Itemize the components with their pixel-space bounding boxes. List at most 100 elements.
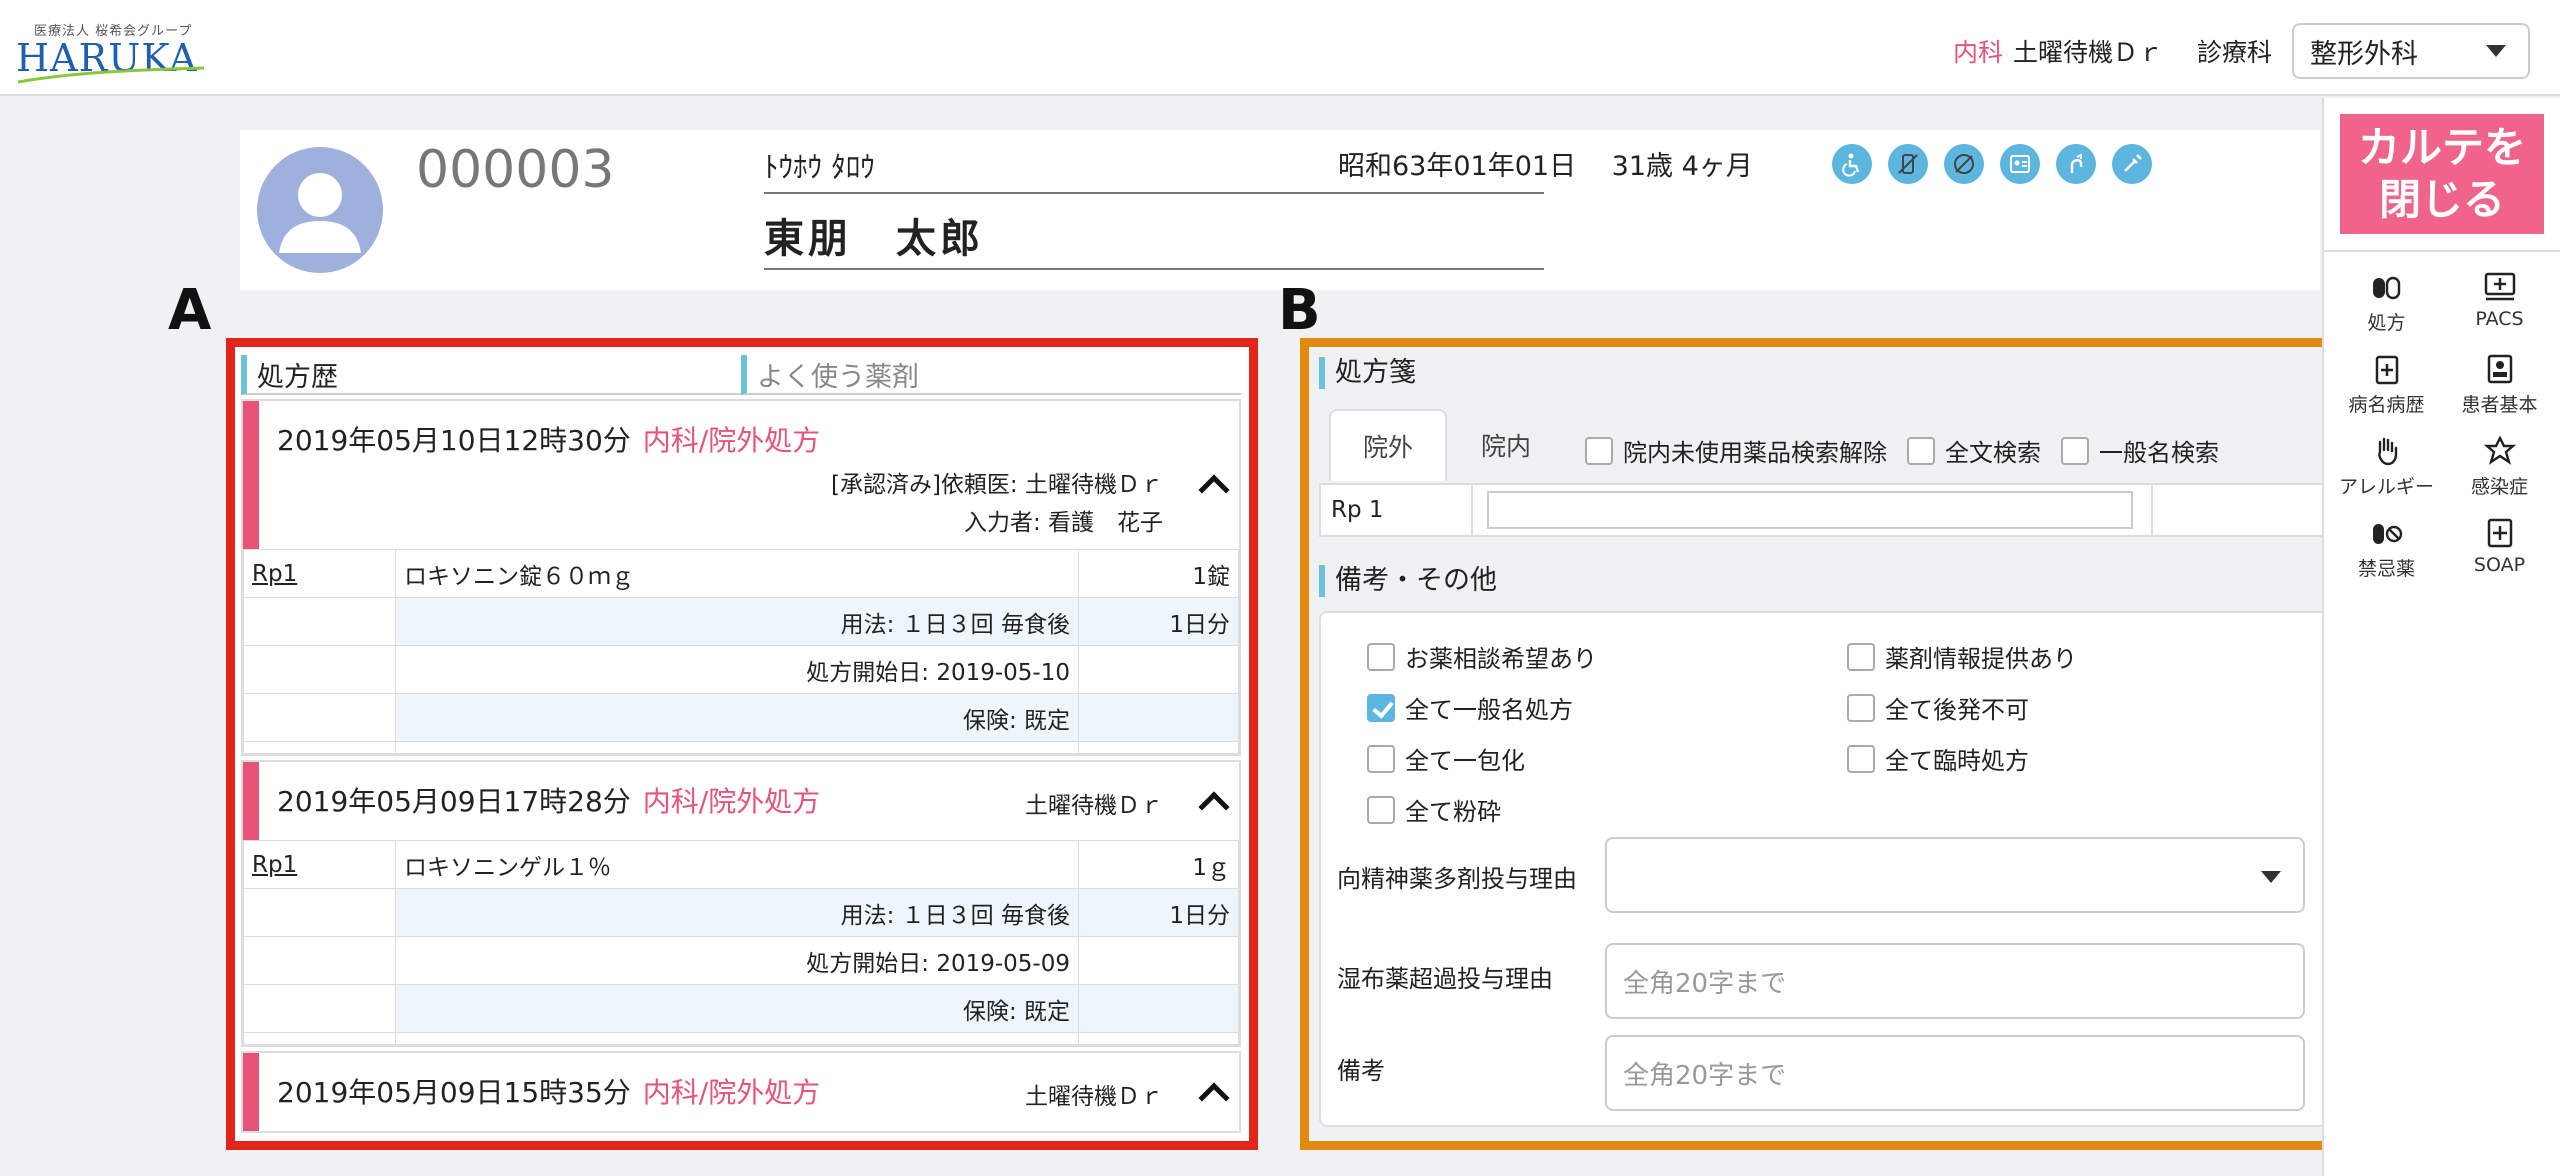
prescription-history-panel: 処方歴 よく使う薬剤 2019年05月10日12時30分 内科/院外処方 [承認済… [226,338,1258,1150]
prescription-date: 2019年05月09日15時35分 内科/院外処方 [277,1076,821,1109]
checkbox[interactable] [1907,436,1935,465]
tab-prescription-history[interactable]: 処方歴 [241,355,741,395]
badge-icon[interactable] [2000,144,2040,184]
prescription-entry-header[interactable]: 2019年05月09日17時28分 内科/院外処方 土曜待機Ｄｒ [243,762,1239,840]
clipboard-plus-icon [2375,355,2398,385]
drug-info-checkbox[interactable]: 薬剤情報提供あり [1847,639,2267,674]
sidebar-item-label: 患者基本 [2461,394,2538,416]
haruka-logo[interactable]: 医療法人 桜希会グループ HARUKA [16,20,206,84]
drug-usage: 用法: １日３回 毎食後 [395,888,1079,937]
injection-icon[interactable] [2112,144,2152,184]
psych-reason-select[interactable] [1605,837,2305,913]
unit-dose-checkbox[interactable]: 全て一包化 [1367,741,1847,776]
chevron-down-icon [2261,871,2281,883]
checkbox[interactable] [1847,744,1875,773]
prescription-list: 2019年05月10日12時30分 内科/院外処方 [承認済み]依頼医: 土曜待機… [241,399,1241,1137]
checkbox[interactable] [1847,642,1875,671]
sidebar-item-prescription[interactable]: 処方 [2330,270,2443,338]
rp-link[interactable]: Rp1 [252,852,297,878]
no-food-icon[interactable] [1888,144,1928,184]
chevron-up-icon[interactable] [1198,791,1230,823]
checkbox-label: お薬相談希望あり [1405,645,1597,673]
tab-frequent-drugs[interactable]: よく使う薬剤 [741,355,1241,395]
temporary-rx-checkbox[interactable]: 全て臨時処方 [1847,741,2267,776]
virus-icon [2483,435,2516,465]
unused-drug-search-checkbox[interactable]: 院内未使用薬品検索解除 [1585,433,1887,468]
prescription-entry: 2019年05月09日15時35分 内科/院外処方 土曜待機Ｄｒ [241,1051,1241,1133]
avatar [257,147,383,273]
sidebar-item-pacs[interactable]: PACS [2443,270,2556,338]
close-chart-button[interactable]: カルテを閉じる [2340,114,2544,234]
checkbox[interactable] [1367,642,1395,671]
logo-swoosh-icon [17,66,205,84]
checkbox-checked[interactable] [1367,693,1395,722]
sidebar-item-patient-basic[interactable]: 患者基本 [2443,352,2556,420]
history-tabs: 処方歴 よく使う薬剤 [241,355,1241,395]
patient-id: 000003 [416,140,615,200]
label-b: B [1278,278,1321,343]
sidebar-item-infection[interactable]: 感染症 [2443,434,2556,502]
sidebar-item-label: 感染症 [2470,476,2528,498]
sidebar-item-soap[interactable]: SOAP [2443,516,2556,584]
prescription-entry-header[interactable]: 2019年05月09日15時35分 内科/院外処方 土曜待機Ｄｒ [243,1053,1239,1131]
top-bar: 医療法人 桜希会グループ HARUKA 内科 土曜待機Ｄｒ 診療科 整形外科 [0,0,2560,96]
session-info: 内科 土曜待機Ｄｒ 診療科 整形外科 [1953,23,2530,79]
drug-name: ロキソニンゲル１％ [395,840,1079,889]
checkbox[interactable] [1847,693,1875,722]
prescription-entry: 2019年05月09日17時28分 内科/院外処方 土曜待機Ｄｒ Rp1 ロキソニン… [241,760,1241,1047]
prescription-date: 2019年05月10日12時30分 内科/院外処方 [277,424,821,457]
insurance: 保険: 既定 [395,984,1079,1033]
checkbox-label: 全て一般名処方 [1405,696,1573,724]
hand-icon [2377,437,2397,466]
checkbox[interactable] [1585,436,1613,465]
tab-inside[interactable]: 院内 [1447,409,1565,481]
consultation-checkbox[interactable]: お薬相談希望あり [1367,639,1847,674]
chevron-up-icon[interactable] [1198,1082,1230,1114]
notes-section-title: 備考・その他 [1319,565,1497,597]
checkbox-label: 全て後発不可 [1885,696,2029,724]
checkbox[interactable] [1367,744,1395,773]
psych-reason-label: 向精神薬多剤投与理由 [1337,865,1577,893]
all-generic-checkbox[interactable]: 全て一般名処方 [1367,690,1847,725]
crush-checkbox[interactable]: 全て粉砕 [1367,792,1847,827]
poultice-reason-input[interactable]: 全角20字まで [1605,943,2305,1019]
no-meal-icon[interactable] [1944,144,1984,184]
sidebar-item-allergy[interactable]: アレルギー [2330,434,2443,502]
doctor-name: 土曜待機Ｄｒ [1025,793,1163,819]
tab-outside[interactable]: 院外 [1329,409,1447,481]
rp-label: Rp 1 [1321,485,1473,535]
remarks-input[interactable]: 全角20字まで [1605,1035,2305,1111]
dept-select[interactable]: 整形外科 [2292,23,2530,79]
insurance: 保険: 既定 [395,693,1079,742]
wheelchair-icon[interactable] [1832,144,1872,184]
notes-panel: お薬相談希望あり 薬剤情報提供あり 全て一般名処方 全て後発不可 全て一包化 全… [1319,611,2335,1127]
prescription-table: Rp1 ロキソニン錠６０ｍｇ 1錠 用法: １日３回 毎食後 1日分 処方開始日: 2… [243,549,1239,754]
checkbox-label: 全て一包化 [1405,747,1525,775]
right-sidebar: カルテを閉じる 処方 PACS 病名病歴 患者基本 アレルギー 感染症 禁忌薬 … [2322,98,2560,1176]
prescription-form-panel: 処方箋 院外 院内 院内未使用薬品検索解除 全文検索 一般名検索 Rp 1 備考… [1300,338,2342,1150]
checkbox[interactable] [2061,436,2089,465]
drug-qty: 1ｇ [1078,840,1239,889]
start-date: 処方開始日: 2019-05-09 [395,936,1079,985]
checkbox[interactable] [1367,795,1395,824]
sidebar-divider [2324,250,2560,252]
start-date: 処方開始日: 2019-05-10 [395,645,1079,694]
user-icon [279,173,361,253]
entered-by: 入力者: 看護 花子 [963,510,1163,536]
walk-icon[interactable] [2056,144,2096,184]
checkbox-label: 一般名検索 [2099,439,2219,467]
drug-search-input[interactable] [1487,491,2133,529]
prescription-entry-header[interactable]: 2019年05月10日12時30分 内科/院外処方 [承認済み]依頼医: 土曜待機… [243,401,1239,549]
fulltext-search-checkbox[interactable]: 全文検索 [1907,433,2041,468]
generic-search-checkbox[interactable]: 一般名検索 [2061,433,2219,468]
sidebar-item-contraindication[interactable]: 禁忌薬 [2330,516,2443,584]
no-generic-substitute-checkbox[interactable]: 全て後発不可 [1847,690,2267,725]
poultice-reason-label: 湿布薬超過投与理由 [1337,965,1553,993]
sidebar-item-label: アレルギー [2338,476,2434,498]
rp-link[interactable]: Rp1 [252,561,297,587]
chevron-up-icon[interactable] [1198,474,1230,506]
prescription-type-tabs: 院外 院内 [1329,409,1565,481]
sidebar-item-label: 禁忌薬 [2357,558,2415,580]
pills-icon [2372,276,2400,300]
sidebar-item-disease-history[interactable]: 病名病歴 [2330,352,2443,420]
